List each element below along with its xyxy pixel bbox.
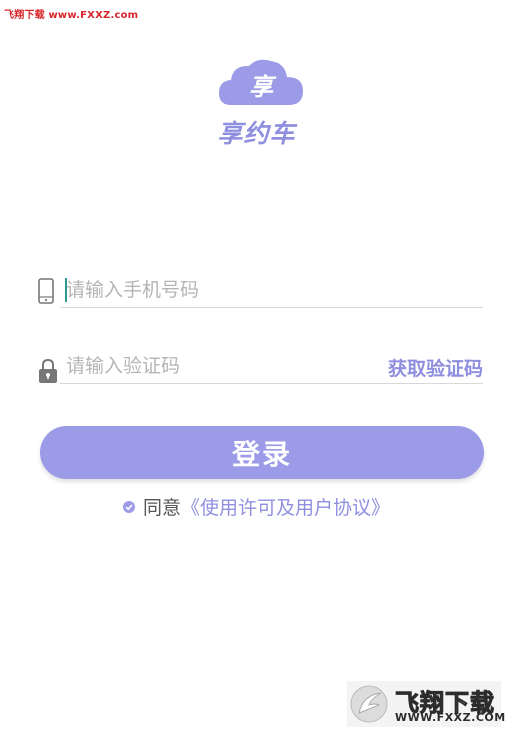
agreement-link[interactable]: 《使用许可及用户协议》 <box>181 497 390 519</box>
watermark-url: WWW.FXXZ.COM <box>395 711 506 724</box>
verification-code-input[interactable] <box>60 350 366 382</box>
watermark-logo-icon <box>350 685 388 723</box>
agreement-row: 同意《使用许可及用户协议》 <box>0 493 513 520</box>
watermark-top-text: 飞翔下载 www.FXXZ.com <box>4 10 139 21</box>
text-cursor <box>65 278 67 302</box>
logo-badge-char: 享 <box>249 73 277 101</box>
phone-input[interactable] <box>60 274 366 306</box>
phone-icon <box>38 278 54 304</box>
lock-icon <box>39 358 57 383</box>
phone-field <box>60 274 483 308</box>
agreement-prefix: 同意 <box>142 497 181 519</box>
watermark-bottom-right: 飞翔下载 WWW.FXXZ.COM <box>347 681 505 727</box>
checkbox-checked-icon[interactable] <box>122 500 135 513</box>
app-name: 享约车 <box>217 119 296 148</box>
login-button[interactable]: 登录 <box>40 426 484 479</box>
get-code-button[interactable]: 获取验证码 <box>388 354 483 381</box>
cloud-logo-icon: 享 <box>219 59 303 105</box>
code-field: 获取验证码 <box>60 350 483 384</box>
